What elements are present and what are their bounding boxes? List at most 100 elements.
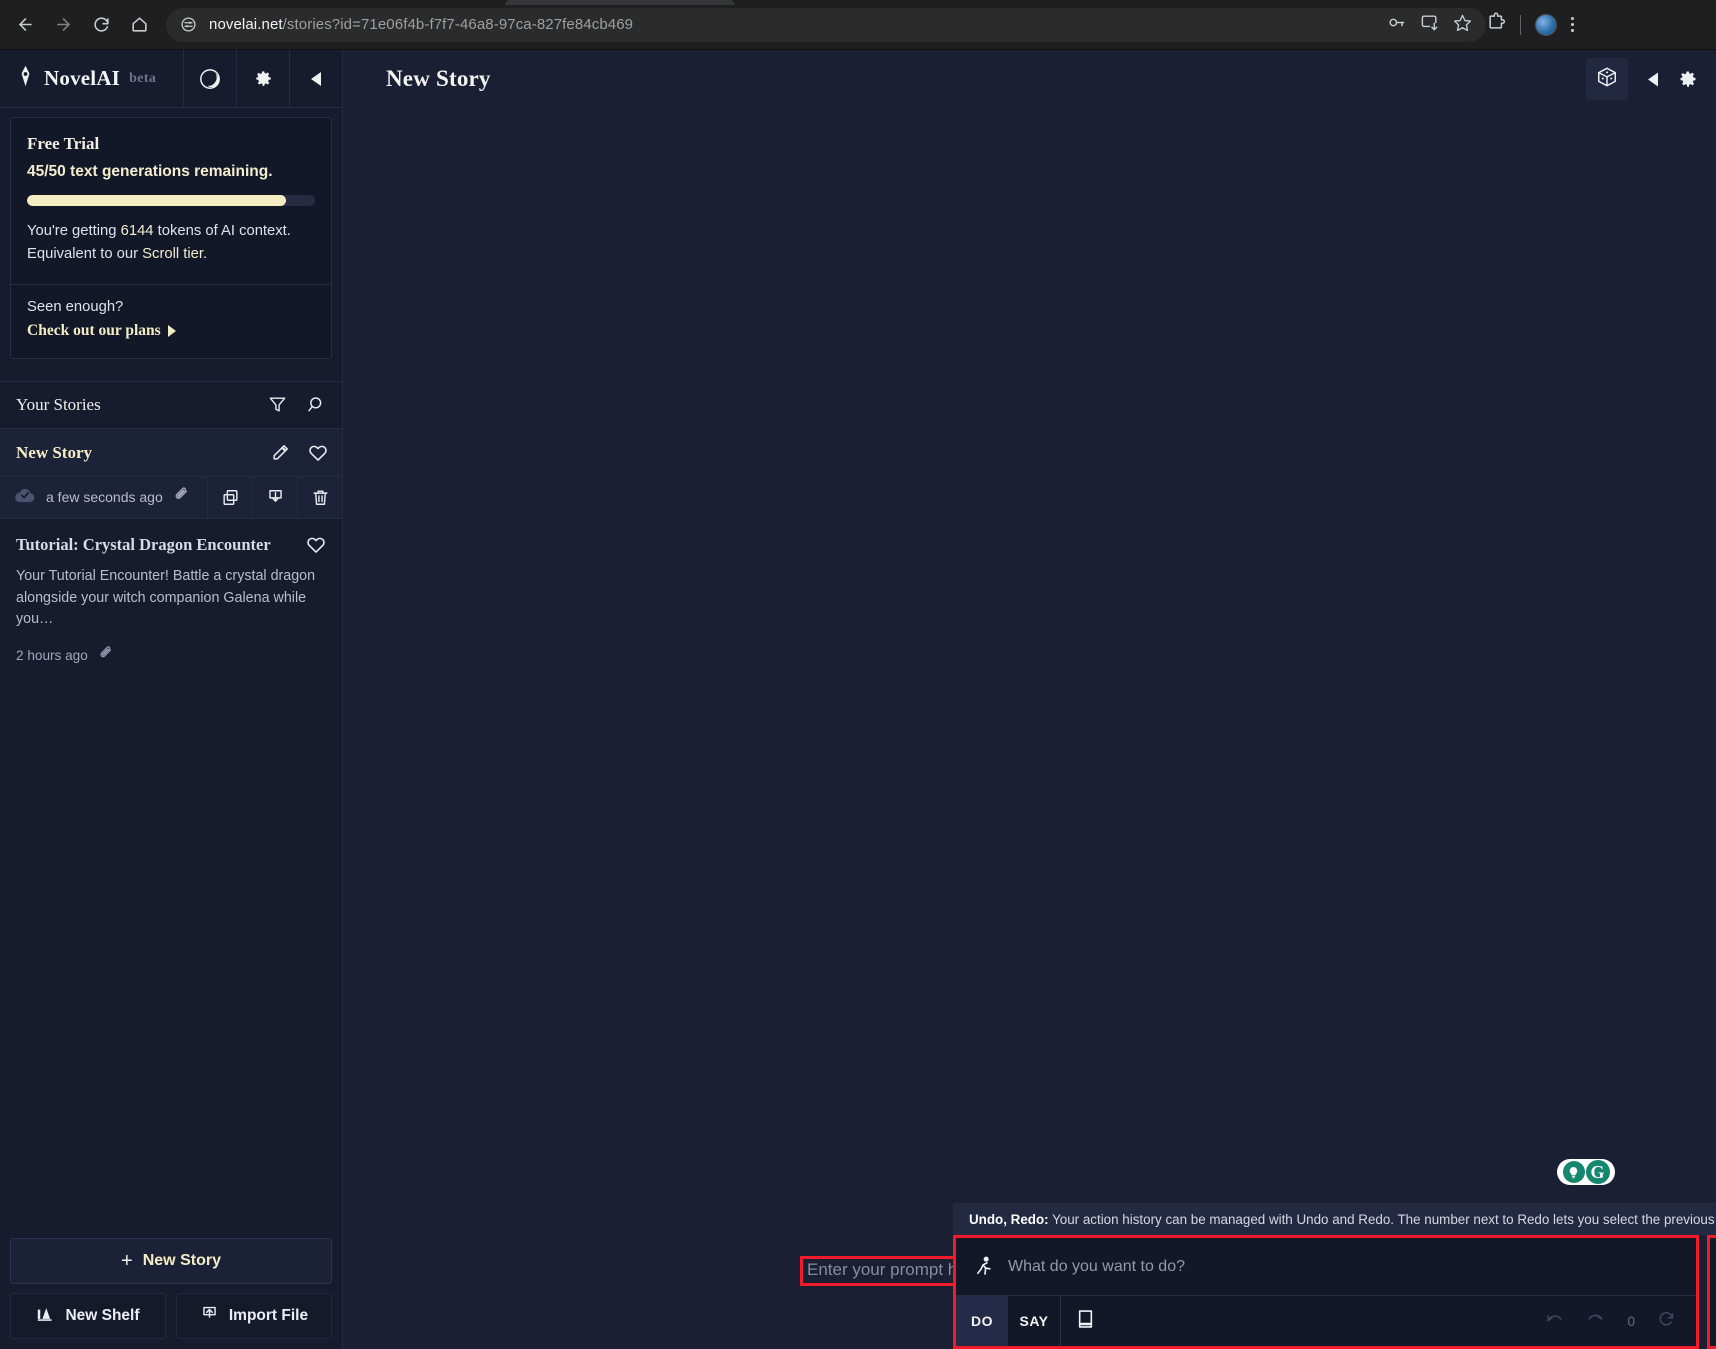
trial-top: Free Trial 45/50 text generations remain… — [11, 118, 331, 285]
triangle-right-icon — [167, 324, 176, 337]
input-dock: Undo, Redo: Your action history can be m… — [953, 1203, 1716, 1349]
import-file-label: Import File — [228, 1307, 309, 1324]
edit-pencil-icon[interactable] — [271, 443, 290, 462]
toolbar-divider — [1520, 14, 1521, 35]
your-stories-title: Your Stories — [16, 394, 101, 414]
brand-name: NovelAI — [44, 66, 121, 90]
mode-say-button[interactable]: SAY — [1008, 1296, 1060, 1346]
home-icon[interactable] — [122, 8, 156, 42]
tip-banner: Undo, Redo: Your action history can be m… — [953, 1203, 1716, 1235]
site-settings-icon[interactable] — [180, 16, 197, 33]
story-settings-button[interactable] — [1678, 69, 1698, 89]
note-line2-prefix: Equivalent to our — [27, 245, 143, 262]
story-item-tutorial[interactable]: Tutorial: Crystal Dragon Encounter Your … — [0, 519, 342, 685]
lorebook-button[interactable] — [1061, 1296, 1094, 1346]
settings-button[interactable] — [236, 49, 289, 108]
story-title-row: Tutorial: Crystal Dragon Encounter — [16, 535, 326, 556]
story-title: New Story — [16, 442, 93, 462]
story-item-new-story[interactable]: New Story a few seconds ago — [0, 428, 342, 519]
reload-icon[interactable] — [84, 8, 118, 42]
url-path: /stories?id=71e06f4b-f7f7-46a8-97ca-827f… — [282, 16, 634, 33]
trial-context-note: You're getting 6144 tokens of AI context… — [27, 220, 315, 266]
trial-progress-bar — [27, 195, 315, 206]
download-icon[interactable] — [252, 476, 297, 519]
import-icon — [200, 1304, 219, 1328]
mode-do-button[interactable]: DO — [956, 1296, 1008, 1346]
address-bar[interactable]: novelai.net/stories?id=71e06f4b-f7f7-46a… — [166, 7, 1486, 42]
new-story-label: New Story — [142, 1252, 221, 1269]
paperclip-icon[interactable] — [173, 486, 190, 508]
story-meta-row: a few seconds ago — [0, 475, 342, 519]
omnibox-actions — [1387, 13, 1472, 36]
star-icon[interactable] — [1453, 13, 1472, 36]
main-header-actions — [1586, 58, 1698, 100]
app-root: NovelAI beta Free Trial 45/50 text gener… — [0, 49, 1716, 1349]
browser-nav-buttons — [0, 8, 156, 42]
main-header: New Story — [343, 50, 1716, 108]
sidebar-footer: + New Story New Shelf Import File — [0, 1228, 342, 1349]
new-story-button[interactable]: + New Story — [10, 1238, 332, 1284]
grammarly-logo-icon: G — [1585, 1160, 1610, 1184]
page-title: New Story — [386, 66, 491, 91]
note-prefix: You're getting — [27, 223, 121, 239]
action-input-field[interactable]: What do you want to do? — [956, 1238, 1696, 1296]
input-toolbar: DO SAY 0 — [956, 1296, 1696, 1346]
story-editor-area[interactable]: Enter your prompt here… G — [343, 108, 1716, 1349]
install-app-icon[interactable] — [1420, 13, 1439, 36]
grammarly-badge[interactable]: G — [1557, 1159, 1615, 1185]
randomize-dice-button[interactable] — [1586, 58, 1628, 100]
three-dot-menu-icon[interactable] — [1571, 17, 1574, 32]
extensions-puzzle-icon[interactable] — [1486, 12, 1506, 37]
retry-icon[interactable] — [1657, 1309, 1676, 1333]
story-title: Tutorial: Crystal Dragon Encounter — [16, 534, 271, 554]
action-input-box[interactable]: What do you want to do? DO SAY 0 — [953, 1235, 1699, 1349]
trial-generations-remaining: 45/50 text generations remaining. — [27, 163, 273, 180]
check-out-plans-link[interactable]: Check out our plans — [27, 322, 176, 340]
redo-arrow-icon[interactable] — [1586, 1309, 1605, 1333]
trial-bottom: Seen enough? Check out our plans — [11, 285, 331, 358]
send-button[interactable]: ❯ — [1707, 1235, 1716, 1349]
collapse-sidebar-button[interactable] — [289, 49, 342, 108]
key-icon[interactable] — [1387, 13, 1406, 36]
back-arrow-icon[interactable] — [8, 8, 42, 42]
collapse-right-panel-button[interactable] — [1646, 71, 1660, 88]
running-person-icon — [974, 1256, 994, 1278]
tip-body: Your action history can be managed with … — [1048, 1211, 1716, 1227]
shelf-icon — [36, 1305, 55, 1327]
trial-progress-fill — [27, 195, 287, 206]
brand-logo[interactable]: NovelAI beta — [0, 65, 183, 92]
profile-avatar-icon[interactable] — [1535, 13, 1557, 36]
cloud-saved-icon — [14, 487, 36, 508]
tip-label: Undo, Redo: — [969, 1211, 1049, 1227]
filter-funnel-icon[interactable] — [268, 395, 287, 414]
paperclip-icon[interactable] — [98, 645, 114, 666]
lightbulb-icon — [1562, 1161, 1585, 1183]
free-trial-card: Free Trial 45/50 text generations remain… — [10, 117, 332, 359]
heart-icon[interactable] — [308, 443, 328, 463]
heart-icon[interactable] — [306, 535, 326, 555]
search-icon[interactable] — [307, 395, 326, 414]
forward-arrow-icon[interactable] — [46, 8, 80, 42]
import-file-button[interactable]: Import File — [176, 1293, 332, 1339]
duplicate-icon[interactable] — [207, 476, 252, 519]
dice-cube-icon — [1596, 66, 1618, 93]
quill-nib-icon — [16, 65, 35, 92]
browser-tab[interactable] — [505, 0, 735, 5]
theme-moon-button[interactable] — [183, 49, 236, 108]
note-middle: tokens of AI context. — [153, 223, 291, 239]
trash-icon[interactable] — [297, 476, 342, 519]
new-shelf-label: New Shelf — [65, 1307, 140, 1324]
new-shelf-button[interactable]: New Shelf — [10, 1293, 166, 1339]
story-timestamp: 2 hours ago — [16, 647, 88, 663]
story-meta-left: a few seconds ago — [0, 486, 207, 508]
url-host: novelai.net — [209, 16, 283, 33]
undo-arrow-icon[interactable] — [1545, 1309, 1564, 1333]
plus-icon: + — [121, 1250, 133, 1272]
brand-beta-tag: beta — [129, 70, 157, 86]
scroll-tier-link[interactable]: Scroll tier — [142, 246, 203, 262]
trial-title: Free Trial — [27, 134, 100, 153]
sidebar-header: NovelAI beta — [0, 49, 342, 108]
story-title-row: New Story — [0, 429, 342, 476]
story-timestamp: a few seconds ago — [46, 489, 163, 506]
